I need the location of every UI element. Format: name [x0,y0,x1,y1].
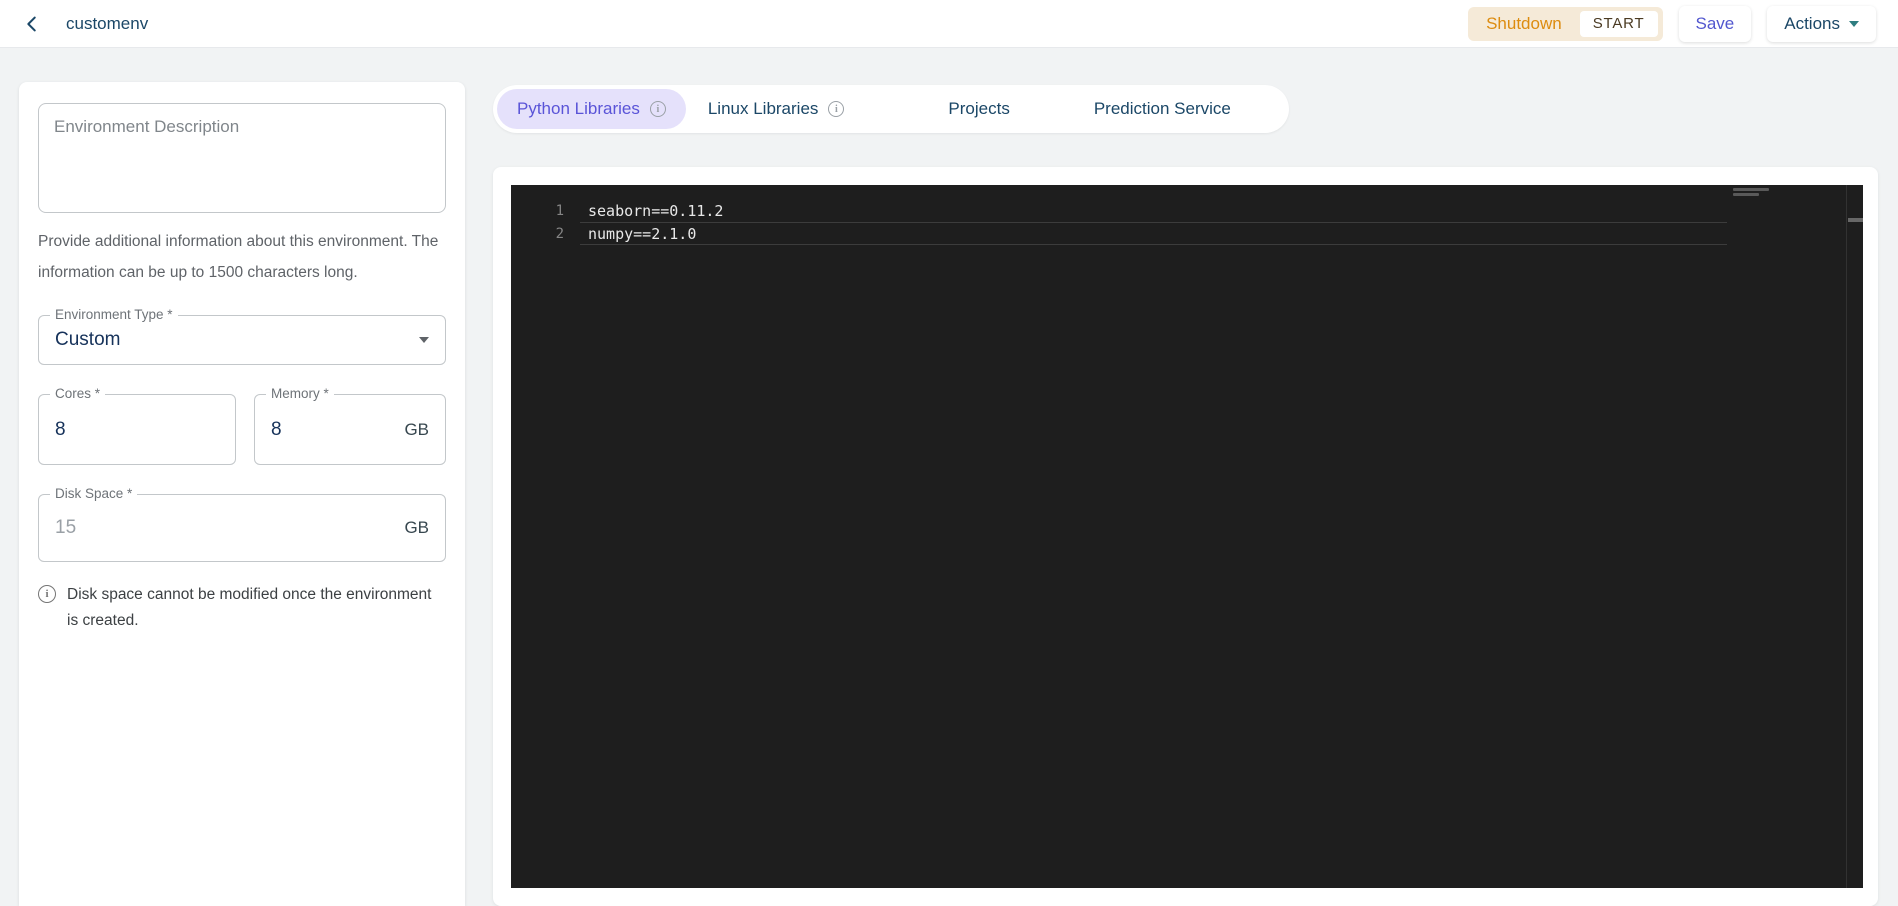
actions-menu-button[interactable]: Actions [1767,5,1876,42]
cores-field[interactable]: Cores * 8 [38,386,236,465]
actions-label: Actions [1784,13,1840,33]
tab-linux-libraries[interactable]: Linux Libraries i [690,89,863,129]
editor-minimap[interactable] [1727,185,1846,888]
disk-space-label: Disk Space * [50,486,138,501]
info-icon: i [38,585,56,603]
tab-python-libraries-label: Python Libraries [517,99,640,118]
description-helper-text: Provide additional information about thi… [38,233,439,281]
disk-space-note: i Disk space cannot be modified once the… [38,582,446,634]
page-title: customenv [66,13,149,33]
cores-value: 8 [55,418,66,440]
environment-description-input[interactable] [38,103,446,213]
tab-python-libraries[interactable]: Python Libraries i [497,89,686,129]
memory-unit-suffix: GB [404,419,429,439]
code-line[interactable]: 2 numpy==2.1.0 [511,222,1727,245]
tab-prediction-service[interactable]: Prediction Service [1052,89,1273,129]
memory-label: Memory * [266,386,334,401]
cores-memory-row: Cores * 8 Memory * 8 GB [38,386,446,465]
memory-value: 8 [271,418,282,440]
memory-field[interactable]: Memory * 8 GB [254,386,446,465]
line-code: numpy==2.1.0 [588,224,697,243]
disk-space-note-text: Disk space cannot be modified once the e… [67,586,432,629]
disk-space-field: Disk Space * 15 GB [38,486,446,562]
cores-label: Cores * [50,386,106,401]
back-button[interactable] [14,6,50,42]
minimap-line-mark [1733,188,1769,191]
libraries-editor-card: 1 seaborn==0.11.2 2 numpy==2.1.0 [493,167,1878,906]
tab-projects-label: Projects [948,99,1010,118]
info-icon[interactable]: i [828,101,845,117]
top-bar: customenv Shutdown START Save Actions [0,0,1898,48]
line-code: seaborn==0.11.2 [588,201,724,220]
code-area[interactable]: 1 seaborn==0.11.2 2 numpy==2.1.0 [511,199,1727,245]
requirements-code-editor[interactable]: 1 seaborn==0.11.2 2 numpy==2.1.0 [511,185,1863,888]
environment-settings-panel: Provide additional information about thi… [19,82,465,906]
libraries-tab-bar: Python Libraries i Linux Libraries i Pro… [493,85,1289,133]
line-number: 1 [555,202,564,219]
environment-type-label: Environment Type * [50,307,178,322]
line-number: 2 [555,225,564,242]
topbar-actions: Shutdown START Save Actions [1468,5,1876,42]
code-line[interactable]: 1 seaborn==0.11.2 [511,199,1727,222]
info-icon[interactable]: i [649,101,666,117]
tab-projects[interactable]: Projects [906,89,1051,129]
cursor-position-marker [1848,218,1863,222]
chevron-down-icon [1849,20,1859,27]
environment-type-select[interactable]: Environment Type * Custom [38,307,446,365]
disk-space-value: 15 [55,517,77,538]
disk-space-unit-suffix: GB [404,518,429,537]
environment-type-value: Custom [55,329,121,350]
minimap-line-mark [1733,193,1759,196]
start-button[interactable]: START [1579,10,1658,37]
tab-linux-libraries-label: Linux Libraries [707,99,819,118]
dropdown-caret-icon [419,337,429,343]
chevron-left-icon [27,16,36,31]
save-button[interactable]: Save [1678,5,1752,42]
editor-scrollbar[interactable] [1846,185,1863,888]
run-state-toggle: Shutdown START [1468,6,1663,41]
tab-prediction-service-label: Prediction Service [1093,99,1231,118]
shutdown-button[interactable]: Shutdown [1468,14,1580,34]
